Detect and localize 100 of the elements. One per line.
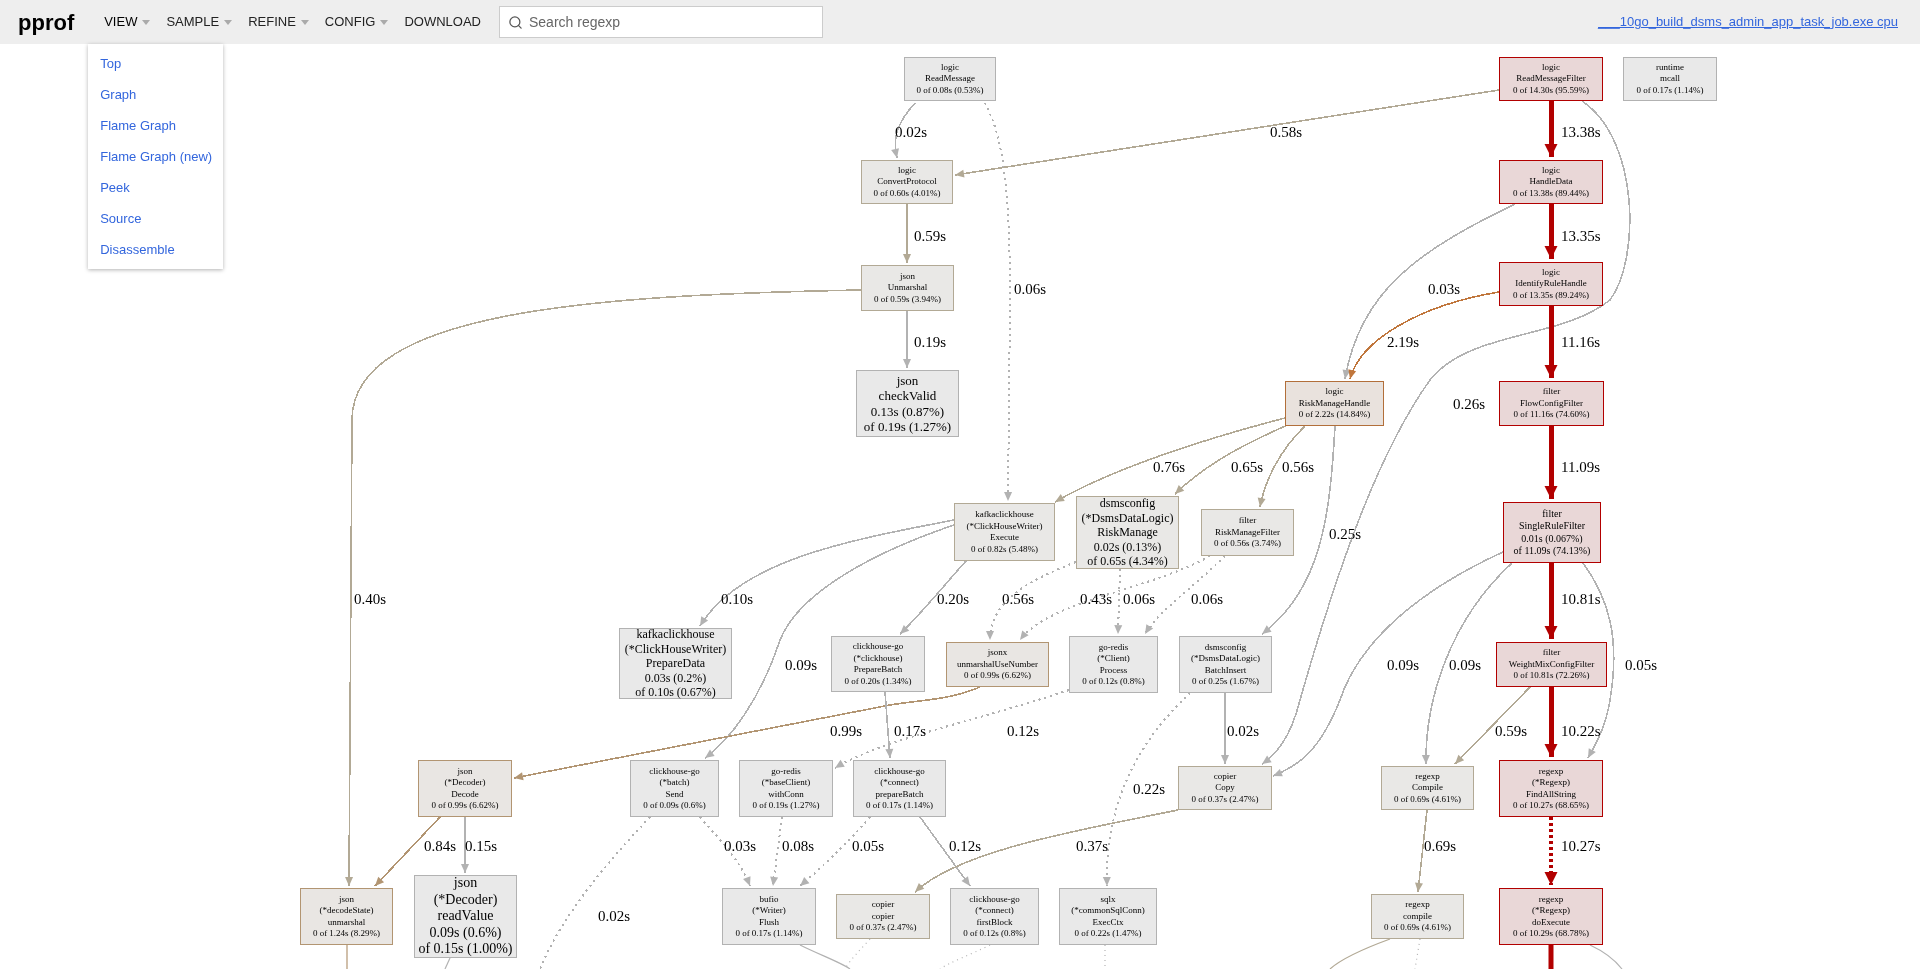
graph-node[interactable]: regexp (*Regexp) FindAllString 0 of 10.27s (68.65%): [1499, 760, 1603, 817]
graph-node[interactable]: json Unmarshal 0 of 0.59s (3.94%): [861, 265, 954, 311]
graph-node[interactable]: clickhouse-go (*clickhouse) PrepareBatch 0 of 0.20s (1.34%): [831, 636, 925, 692]
graph-node[interactable]: logic IdentifyRuleHandle 0 of 13.35s (89.24%): [1499, 262, 1603, 306]
graph-node[interactable]: logic ConvertProtocol 0 of 0.60s (4.01%): [861, 160, 953, 204]
edge-label: 0.03s: [1428, 280, 1461, 298]
graph-node[interactable]: json (*decodeState) unmarshal 0 of 1.24s (8.29%): [300, 888, 393, 945]
menu-item[interactable]: Disassemble: [88, 234, 224, 266]
edge-label: 0.02s: [895, 123, 928, 141]
edge-label: 0.59s: [1495, 722, 1528, 740]
edge-line: [1589, 944, 1623, 969]
edge-line: [1329, 938, 1391, 969]
edge-label: 0.19s: [914, 333, 947, 351]
menu-item[interactable]: Peek: [88, 172, 224, 204]
edge-label: 0.12s: [949, 837, 982, 855]
graph-node[interactable]: logic ReadMessage 0 of 0.08s (0.53%): [904, 57, 996, 101]
profile-link[interactable]: ___10go_build_dsms_admin_app_task_job.exe cpu: [1598, 12, 1898, 32]
edge-label: 0.59s: [914, 227, 947, 245]
edge-line: [444, 957, 451, 969]
edge-label: 0.09s: [1387, 656, 1420, 674]
graph-node[interactable]: json (*Decoder) Decode 0 of 0.99s (6.62%): [418, 760, 512, 817]
logo[interactable]: pprof: [18, 5, 75, 39]
edge-label: 0.25s: [1329, 525, 1362, 543]
edge-label: 0.06s: [1014, 280, 1047, 298]
graph-node[interactable]: dsmsconfig (*DsmsDataLogic) BatchInsert 0 of 0.25s (1.67%): [1179, 636, 1272, 693]
graph-node[interactable]: kafkaclickhouse (*ClickHouseWriter) Execute 0 of 0.82s (5.48%): [954, 503, 1055, 561]
graph-node[interactable]: logic ReadMessageFilter 0 of 14.30s (95.59%): [1499, 57, 1603, 101]
edge-label: 0.26s: [1453, 395, 1486, 413]
menu-button[interactable]: REFINE: [240, 8, 317, 36]
edge-label: 0.09s: [1449, 656, 1482, 674]
graph-node[interactable]: bufio (*Writer) Flush 0 of 0.17s (1.14%): [722, 888, 816, 945]
edge-label: 0.08s: [782, 837, 815, 855]
menu-item[interactable]: Flame Graph (new): [88, 141, 224, 173]
graph-node[interactable]: jsonx unmarshalUseNumber 0 of 0.99s (6.62%): [946, 642, 1049, 687]
graph-node[interactable]: runtime mcall 0 of 0.17s (1.14%): [1623, 57, 1717, 101]
menu-button[interactable]: DOWNLOAD: [396, 8, 489, 36]
edge-line: [346, 944, 348, 969]
edge-label: 10.81s: [1561, 590, 1601, 608]
menu-item[interactable]: Source: [88, 203, 224, 235]
edge-label: 0.69s: [1424, 837, 1457, 855]
graph-node[interactable]: filter SingleRuleFilter 0.01s (0.067%) of 11.09s (74.13%): [1503, 502, 1601, 563]
edge-label: 10.22s: [1561, 722, 1601, 740]
menu-item[interactable]: Top: [88, 48, 224, 80]
edge-label: 0.02s: [598, 907, 631, 925]
search-field[interactable]: Search regexp: [499, 6, 823, 38]
edge-label: 0.02s: [1227, 722, 1260, 740]
edge-label: 13.35s: [1561, 227, 1601, 245]
edge-label: 0.99s: [830, 722, 863, 740]
edge-label: 0.76s: [1153, 458, 1186, 476]
graph-node[interactable]: filter FlowConfigFilter 0 of 11.16s (74.60%): [1499, 381, 1604, 426]
edge-line: [1414, 938, 1421, 969]
edge-label: 11.09s: [1561, 458, 1601, 476]
graph-node[interactable]: sqlx (*commonSqlConn) ExecCtx 0 of 0.22s (1.47%): [1059, 888, 1157, 945]
menu-button[interactable]: SAMPLE: [158, 8, 241, 36]
edge-label: 0.15s: [465, 837, 498, 855]
edge-label: 0.05s: [1625, 656, 1658, 674]
edge-label: 0.65s: [1231, 458, 1264, 476]
edge-label: 0.05s: [852, 837, 885, 855]
edge-label: 0.40s: [354, 590, 387, 608]
edge-label: 0.43s: [1080, 590, 1113, 608]
edge-label: 13.38s: [1561, 123, 1601, 141]
graph-node[interactable]: go-redis (*baseClient) withConn 0 of 0.19s (1.27%): [739, 760, 833, 817]
graph-node[interactable]: kafkaclickhouse (*ClickHouseWriter) PrepareData 0.03s (0.2%) of 0.10s (0.67%): [619, 628, 732, 699]
graph-node[interactable]: logic HandleData 0 of 13.38s (89.44%): [1499, 160, 1603, 204]
menu-button[interactable]: VIEW: [96, 8, 159, 36]
graph-node[interactable]: json checkValid 0.13s (0.87%) of 0.19s (1.27%): [856, 370, 959, 437]
graph-node[interactable]: copier Copy 0 of 0.37s (2.47%): [1178, 766, 1272, 810]
graph-node[interactable]: regexp (*Regexp) doExecute 0 of 10.29s (68.78%): [1499, 888, 1603, 945]
edge-label: 0.10s: [721, 590, 754, 608]
graph-node[interactable]: logic RiskManageHandle 0 of 2.22s (14.84%): [1285, 381, 1384, 426]
edge-label: 0.09s: [785, 656, 818, 674]
graph-node[interactable]: go-redis (*Client) Process 0 of 0.12s (0.8%): [1069, 636, 1158, 693]
graph-node[interactable]: clickhouse-go (*batch) Send 0 of 0.09s (0.6%): [630, 760, 719, 817]
edge-line: [1548, 945, 1554, 969]
menu-button[interactable]: CONFIG: [316, 8, 397, 36]
menu-item[interactable]: Flame Graph: [88, 110, 224, 142]
graph-node[interactable]: clickhouse-go (*connect) prepareBatch 0 of 0.17s (1.14%): [853, 760, 946, 817]
graph-node[interactable]: filter RiskManageFilter 0 of 0.56s (3.74%): [1201, 509, 1294, 556]
edge-label: 0.06s: [1191, 590, 1224, 608]
edge-label: 0.58s: [1270, 123, 1303, 141]
menu-item[interactable]: Graph: [88, 79, 224, 111]
edge-label: 0.84s: [424, 837, 457, 855]
graph-node[interactable]: regexp Compile 0 of 0.69s (4.61%): [1381, 766, 1474, 810]
graph-node[interactable]: filter WeightMixConfigFilter 0 of 10.81s (72.26%): [1496, 642, 1607, 687]
graph-node[interactable]: json (*Decoder) readValue 0.09s (0.6%) of 0.15s (1.00%): [414, 875, 517, 958]
search-icon: [508, 15, 523, 30]
graph-node[interactable]: clickhouse-go (*connect) firstBlock 0 of 0.12s (0.8%): [950, 888, 1039, 945]
graph-node[interactable]: regexp compile 0 of 0.69s (4.61%): [1371, 894, 1464, 939]
graph-node[interactable]: dsmsconfig (*DsmsDataLogic) RiskManage 0.02s (0.13%) of 0.65s (4.34%): [1076, 496, 1179, 569]
edge-label: 0.56s: [1002, 590, 1035, 608]
edge-label: 2.19s: [1387, 333, 1420, 351]
graph-node[interactable]: copier copier 0 of 0.37s (2.47%): [836, 894, 930, 939]
edge-label: 0.17s: [894, 722, 927, 740]
edge-label: 11.16s: [1561, 333, 1601, 351]
edge-label: 0.06s: [1123, 590, 1156, 608]
edge-label: 0.56s: [1282, 458, 1315, 476]
edge-label: 0.12s: [1007, 722, 1040, 740]
edge-label: 0.22s: [1133, 780, 1166, 798]
edge-label: 0.20s: [937, 590, 970, 608]
edge-label: 0.03s: [724, 837, 757, 855]
